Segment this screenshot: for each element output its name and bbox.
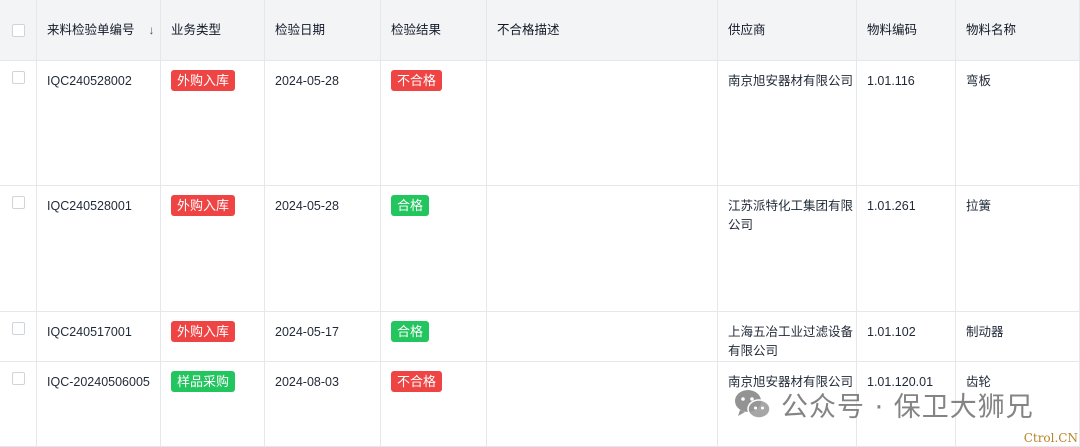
- cell-material-code: 1.01.261: [857, 186, 956, 312]
- cell-result: 合格: [381, 186, 487, 312]
- cell-desc: [487, 186, 718, 312]
- cell-biz-type: 样品采购: [161, 362, 265, 447]
- col-header-material-name[interactable]: 物料名称: [956, 0, 1080, 61]
- col-header-code-label: 来料检验单编号: [47, 22, 135, 37]
- result-tag: 不合格: [391, 371, 443, 392]
- result-tag: 不合格: [391, 70, 443, 91]
- col-header-biz-type[interactable]: 业务类型: [161, 0, 265, 61]
- inspection-table: 来料检验单编号 ↓ 业务类型 检验日期 检验结果 不合格描述 供应商 物料编码 物…: [0, 0, 1080, 447]
- cell-code[interactable]: IQC240528001: [37, 186, 161, 312]
- cell-date: 2024-05-28: [265, 61, 381, 186]
- cell-date: 2024-05-17: [265, 312, 381, 362]
- cell-code[interactable]: IQC-20240506005: [37, 362, 161, 447]
- cell-supplier: 上海五冶工业过滤设备有限公司: [718, 312, 857, 362]
- cell-supplier: 南京旭安器材有限公司: [718, 61, 857, 186]
- cell-code[interactable]: IQC240517001: [37, 312, 161, 362]
- cell-date: 2024-08-03: [265, 362, 381, 447]
- cell-material-name: 拉簧: [956, 186, 1080, 312]
- cell-biz-type: 外购入库: [161, 312, 265, 362]
- cell-date: 2024-05-28: [265, 186, 381, 312]
- watermark-text: 公众号 · 保卫大狮兄: [781, 392, 1034, 423]
- cell-biz-type: 外购入库: [161, 61, 265, 186]
- select-all-checkbox[interactable]: [11, 23, 25, 37]
- biz-type-tag: 样品采购: [171, 371, 236, 392]
- result-tag: 合格: [391, 321, 430, 342]
- cell-result: 不合格: [381, 61, 487, 186]
- col-header-supplier[interactable]: 供应商: [718, 0, 857, 61]
- row-checkbox[interactable]: [11, 196, 25, 209]
- cell-material-name: 制动器: [956, 312, 1080, 362]
- biz-type-tag: 外购入库: [171, 70, 236, 91]
- row-checkbox[interactable]: [11, 372, 25, 385]
- cell-material-code: 1.01.102: [857, 312, 956, 362]
- cell-material-code: 1.01.116: [857, 61, 956, 186]
- cell-desc: [487, 312, 718, 362]
- cell-supplier: 江苏派特化工集团有限公司: [718, 186, 857, 312]
- biz-type-tag: 外购入库: [171, 195, 236, 216]
- sort-arrow-icon[interactable]: ↓: [149, 21, 155, 40]
- col-header-date[interactable]: 检验日期: [265, 0, 381, 61]
- cell-code[interactable]: IQC240528002: [37, 61, 161, 186]
- row-select-cell: [0, 312, 37, 362]
- cell-desc: [487, 362, 718, 447]
- cell-biz-type: 外购入库: [161, 186, 265, 312]
- result-tag: 合格: [391, 195, 430, 216]
- col-header-material-code[interactable]: 物料编码: [857, 0, 956, 61]
- row-select-cell: [0, 61, 37, 186]
- cell-desc: [487, 61, 718, 186]
- cell-material-name: 弯板: [956, 61, 1080, 186]
- row-checkbox[interactable]: [11, 71, 25, 84]
- col-header-code[interactable]: 来料检验单编号 ↓: [37, 0, 161, 61]
- corner-mark: Ctrol.CN: [1023, 431, 1078, 445]
- cell-result: 不合格: [381, 362, 487, 447]
- col-header-desc[interactable]: 不合格描述: [487, 0, 718, 61]
- biz-type-tag: 外购入库: [171, 321, 236, 342]
- row-select-cell: [0, 362, 37, 447]
- col-header-result[interactable]: 检验结果: [381, 0, 487, 61]
- watermark: 公众号 · 保卫大狮兄: [733, 385, 1034, 424]
- cell-result: 合格: [381, 312, 487, 362]
- row-checkbox[interactable]: [11, 322, 25, 335]
- row-select-cell: [0, 186, 37, 312]
- wechat-icon: [735, 389, 771, 419]
- select-all-cell: [0, 0, 37, 61]
